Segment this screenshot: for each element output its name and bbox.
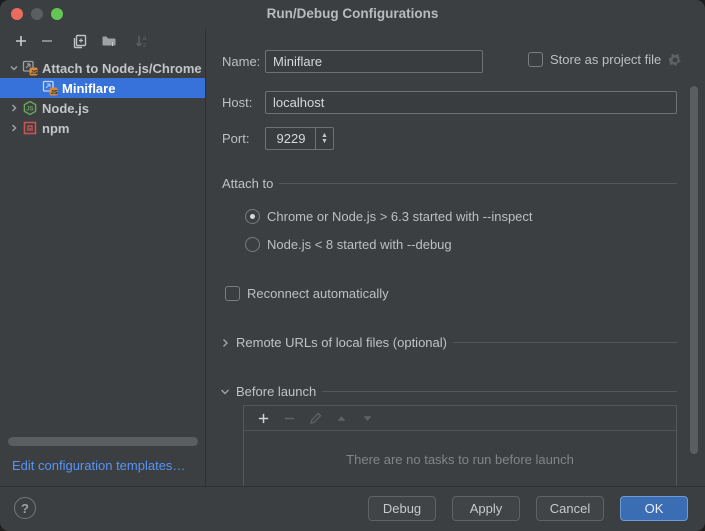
attach-nodejs-chrome-icon: JS: [22, 60, 38, 76]
port-spinner[interactable]: ▲▼: [315, 128, 333, 149]
svg-text:JS: JS: [51, 90, 58, 96]
svg-text:JS: JS: [26, 107, 33, 113]
spinner-down-icon[interactable]: ▼: [321, 139, 328, 145]
attach-nodejs-chrome-icon: JS: [42, 80, 58, 96]
radio-nodejs-debug-label: Node.js < 8 started with --debug: [267, 237, 452, 252]
port-input[interactable]: 9229 ▲▼: [265, 127, 334, 150]
checkbox-icon[interactable]: [528, 52, 543, 67]
minus-icon: [40, 34, 54, 48]
section-divider: [453, 342, 677, 343]
host-value: localhost: [273, 95, 324, 110]
before-launch-section-title: Before launch: [236, 384, 316, 399]
chevron-down-icon[interactable]: [6, 63, 22, 73]
svg-text:JS: JS: [31, 70, 38, 76]
radio-chrome-inspect-label: Chrome or Node.js > 6.3 started with --i…: [267, 209, 533, 224]
svg-text:a: a: [143, 36, 147, 42]
tree-item-label: Attach to Node.js/Chrome: [42, 61, 202, 76]
copy-configuration-button[interactable]: [66, 30, 92, 52]
remote-urls-section-title: Remote URLs of local files (optional): [236, 335, 447, 350]
radio-selected-icon[interactable]: [245, 209, 260, 224]
nodejs-icon: JS: [22, 100, 38, 116]
question-mark-icon: ?: [21, 501, 29, 516]
section-divider: [279, 183, 677, 184]
remove-task-button: [276, 407, 302, 429]
radio-chrome-inspect[interactable]: Chrome or Node.js > 6.3 started with --i…: [245, 209, 533, 224]
section-divider: [322, 391, 677, 392]
minus-icon: [283, 412, 296, 425]
new-folder-button[interactable]: [96, 30, 122, 52]
name-input[interactable]: Miniflare: [265, 50, 483, 73]
remove-configuration-button[interactable]: [34, 30, 60, 52]
tree-item-npm[interactable]: npm: [0, 118, 205, 138]
attach-to-section-title: Attach to: [222, 176, 273, 191]
tree-item-label: Miniflare: [62, 81, 115, 96]
name-value: Miniflare: [273, 54, 322, 69]
move-task-up-button: [328, 407, 354, 429]
edit-configuration-templates-link[interactable]: Edit configuration templates…: [12, 458, 185, 473]
dialog-footer: ? Debug Apply Cancel OK: [0, 486, 705, 531]
configuration-form: Name: Miniflare Store as project file Ho…: [206, 28, 705, 487]
copy-icon: [72, 34, 87, 49]
radio-unselected-icon[interactable]: [245, 237, 260, 252]
window-title: Run/Debug Configurations: [0, 6, 705, 21]
npm-icon: [22, 120, 38, 136]
reconnect-automatically-label: Reconnect automatically: [247, 286, 389, 301]
cancel-button[interactable]: Cancel: [536, 496, 604, 521]
svg-text:z: z: [143, 43, 146, 49]
debug-button[interactable]: Debug: [368, 496, 436, 521]
tree-item-label: npm: [42, 121, 69, 136]
plus-icon: [14, 34, 28, 48]
sort-az-icon: a z: [134, 34, 149, 49]
store-as-project-file-checkbox[interactable]: Store as project file: [528, 52, 682, 67]
before-launch-tasks-panel: There are no tasks to run before launch: [243, 405, 677, 487]
pencil-icon: [309, 412, 322, 425]
apply-button[interactable]: Apply: [452, 496, 520, 521]
reconnect-automatically-checkbox[interactable]: Reconnect automatically: [225, 286, 389, 301]
configurations-sidebar: a z JS Attach to Node.js/Chr: [0, 28, 206, 487]
name-label: Name:: [222, 54, 260, 69]
attach-to-section-header: Attach to: [222, 176, 677, 191]
title-bar[interactable]: Run/Debug Configurations: [0, 0, 705, 28]
ok-button[interactable]: OK: [620, 496, 688, 521]
sidebar-horizontal-scrollbar[interactable]: [8, 437, 198, 446]
run-debug-configurations-dialog: Run/Debug Configurations: [0, 0, 705, 531]
edit-task-button: [302, 407, 328, 429]
before-launch-section-header[interactable]: Before launch: [220, 384, 677, 399]
checkbox-icon[interactable]: [225, 286, 240, 301]
host-input[interactable]: localhost: [265, 91, 677, 114]
plus-icon: [257, 412, 270, 425]
footer-buttons: Debug Apply Cancel OK: [368, 496, 688, 521]
chevron-right-icon[interactable]: [220, 338, 230, 348]
port-label: Port:: [222, 131, 249, 146]
radio-nodejs-debug[interactable]: Node.js < 8 started with --debug: [245, 237, 452, 252]
move-task-down-button: [354, 407, 380, 429]
add-configuration-button[interactable]: [8, 30, 34, 52]
chevron-right-icon[interactable]: [6, 103, 22, 113]
sidebar-toolbar: a z: [0, 28, 205, 54]
store-as-project-file-label: Store as project file: [550, 52, 661, 67]
tree-item-attach-to-nodejs-chrome[interactable]: JS Attach to Node.js/Chrome: [0, 58, 205, 78]
tree-item-label: Node.js: [42, 101, 89, 116]
remote-urls-section-header[interactable]: Remote URLs of local files (optional): [220, 335, 677, 350]
sort-configurations-button: a z: [128, 30, 154, 52]
chevron-down-icon[interactable]: [220, 387, 230, 397]
port-value: 9229: [277, 131, 312, 146]
new-folder-icon: [101, 34, 117, 48]
no-tasks-message: There are no tasks to run before launch: [244, 431, 676, 487]
before-launch-toolbar: [244, 406, 676, 431]
tree-item-miniflare-selected[interactable]: JS Miniflare: [0, 78, 205, 98]
arrow-up-icon: [336, 413, 347, 424]
tree-item-nodejs[interactable]: JS Node.js: [0, 98, 205, 118]
help-button[interactable]: ?: [14, 497, 36, 519]
gear-icon[interactable]: [668, 53, 682, 67]
chevron-right-icon[interactable]: [6, 123, 22, 133]
host-label: Host:: [222, 95, 252, 110]
configurations-tree: JS Attach to Node.js/Chrome JS Miniflare: [0, 58, 205, 138]
form-vertical-scrollbar[interactable]: [690, 86, 698, 454]
arrow-down-icon: [362, 413, 373, 424]
add-task-button[interactable]: [250, 407, 276, 429]
